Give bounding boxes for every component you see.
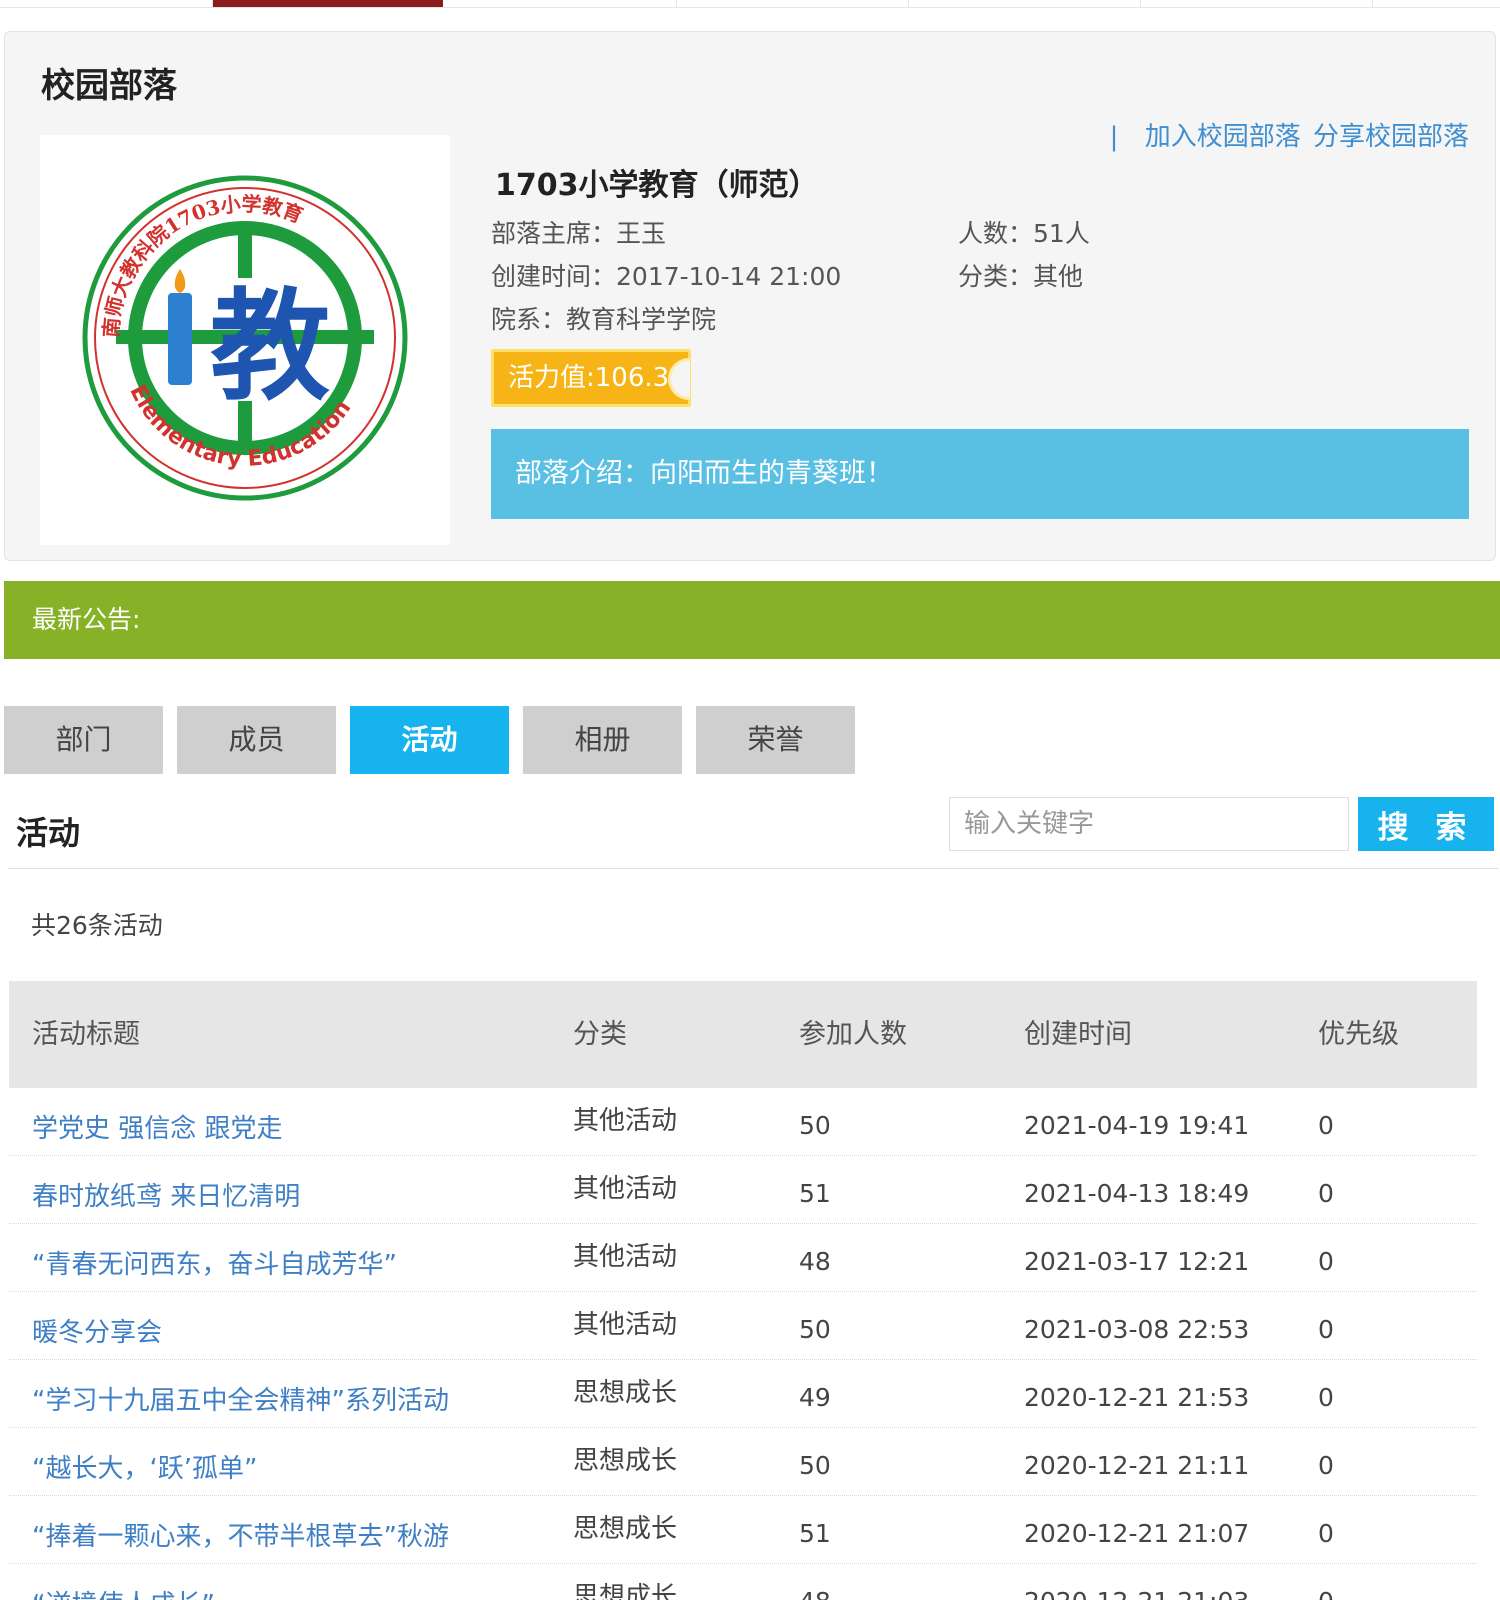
search-button[interactable]: 搜 索 <box>1358 797 1494 851</box>
tribe-intro: 部落介绍：向阳而生的青葵班！ <box>491 429 1469 519</box>
ticket-notch-icon <box>668 358 690 400</box>
activity-created: 2021-03-17 12:21 <box>1024 1247 1250 1276</box>
section-title: 活动 <box>16 814 81 852</box>
activity-category: 其他活动 <box>573 1242 678 1272</box>
tribe-members: 人数：51人 <box>958 214 1090 250</box>
tab-members[interactable]: 成员 <box>177 706 336 774</box>
vitality-text: 活力值:106.3 <box>508 363 670 393</box>
activity-created: 2021-03-08 22:53 <box>1024 1315 1250 1344</box>
activity-priority: 0 <box>1318 1247 1334 1276</box>
activity-count: 共26条活动 <box>31 911 163 940</box>
tribe-logo: 南师大教科院1703小学教育 Elementary Education 教 <box>40 135 450 545</box>
tab-activities[interactable]: 活动 <box>350 706 509 774</box>
table-row: “捧着一颗心来，不带半根草去”秋游 思想成长 51 2020-12-21 21:… <box>9 1496 1477 1564</box>
tribe-department: 院系：教育科学学院 <box>491 300 716 336</box>
created-label: 创建时间： <box>491 262 617 291</box>
table-row: “越长大，‘跃’孤单” 思想成长 50 2020-12-21 21:11 0 <box>9 1428 1477 1496</box>
tribe-chair: 部落主席：王玉 <box>491 214 666 250</box>
tribe-logo-emblem: 南师大教科院1703小学教育 Elementary Education 教 <box>82 175 408 501</box>
activity-created: 2020-12-21 21:53 <box>1024 1383 1250 1412</box>
activity-participants: 51 <box>799 1519 831 1548</box>
chair-label: 部落主席： <box>491 219 617 248</box>
page-title: 校园部落 <box>41 66 177 106</box>
table-row: “青春无问西东，奋斗自成芳华” 其他活动 48 2021-03-17 12:21… <box>9 1224 1477 1292</box>
tribe-actions: | 加入校园部落 分享校园部落 <box>1110 116 1469 153</box>
category-label: 分类： <box>958 262 1034 291</box>
activity-participants: 51 <box>799 1179 831 1208</box>
tab-album[interactable]: 相册 <box>523 706 682 774</box>
activity-priority: 0 <box>1318 1451 1334 1480</box>
section-divider <box>8 868 1498 869</box>
activity-created: 2021-04-13 18:49 <box>1024 1179 1250 1208</box>
table-row: 学党史 强信念 跟党走 其他活动 50 2021-04-19 19:41 0 <box>9 1088 1477 1156</box>
share-tribe-link[interactable]: 分享校园部落 <box>1313 122 1469 152</box>
tribe-category: 分类：其他 <box>958 257 1083 293</box>
join-tribe-link[interactable]: 加入校园部落 <box>1145 122 1301 152</box>
activity-participants: 48 <box>799 1564 831 1600</box>
activity-participants: 49 <box>799 1383 831 1412</box>
nav-item-active[interactable] <box>213 0 443 7</box>
activity-category: 思想成长 <box>573 1378 678 1408</box>
tab-departments[interactable]: 部门 <box>4 706 163 774</box>
nav-item[interactable] <box>443 0 677 7</box>
activity-table: 活动标题 分类 参加人数 创建时间 优先级 学党史 强信念 跟党走 其他活动 5… <box>9 981 1477 1600</box>
created-value: 2017-10-14 21:00 <box>616 262 842 291</box>
column-header-created: 创建时间 <box>1024 1019 1132 1050</box>
activity-title-link[interactable]: “逆境使人成长” <box>32 1564 215 1600</box>
column-header-category: 分类 <box>573 1019 627 1050</box>
activity-priority: 0 <box>1318 1564 1334 1600</box>
tribe-created: 创建时间：2017-10-14 21:00 <box>491 257 841 293</box>
column-header-title: 活动标题 <box>32 1019 140 1050</box>
activity-created: 2020-12-21 21:11 <box>1024 1451 1250 1480</box>
actions-separator: | <box>1109 122 1119 152</box>
logo-center-glyph: 教 <box>210 276 330 417</box>
nav-item[interactable] <box>0 0 213 7</box>
activity-category: 思想成长 <box>573 1446 678 1476</box>
activity-priority: 0 <box>1318 1519 1334 1548</box>
activity-category: 思想成长 <box>573 1582 678 1600</box>
department-value: 教育科学学院 <box>566 305 717 334</box>
activity-category: 其他活动 <box>573 1174 678 1204</box>
table-row: “逆境使人成长” 思想成长 48 2020-12-21 21:03 0 <box>9 1564 1477 1600</box>
nav-item[interactable] <box>909 0 1141 7</box>
search-input[interactable] <box>949 797 1349 851</box>
activity-created: 2021-04-19 19:41 <box>1024 1111 1250 1140</box>
activity-participants: 50 <box>799 1315 831 1344</box>
activity-created: 2020-12-21 21:03 <box>1024 1564 1249 1600</box>
activity-priority: 0 <box>1318 1383 1334 1412</box>
column-header-priority: 优先级 <box>1318 1019 1399 1050</box>
tab-honors[interactable]: 荣誉 <box>696 706 855 774</box>
nav-item[interactable] <box>1141 0 1373 7</box>
nav-item[interactable] <box>677 0 909 7</box>
category-value: 其他 <box>1033 262 1084 291</box>
activity-category: 其他活动 <box>573 1310 678 1340</box>
table-row: “学习十九届五中全会精神”系列活动 思想成长 49 2020-12-21 21:… <box>9 1360 1477 1428</box>
vitality-badge: 活力值:106.3 <box>491 349 691 407</box>
activity-category: 思想成长 <box>573 1514 678 1544</box>
tribe-name: 1703小学教育（师范） <box>495 168 819 203</box>
activity-participants: 50 <box>799 1451 831 1480</box>
table-row: 暖冬分享会 其他活动 50 2021-03-08 22:53 0 <box>9 1292 1477 1360</box>
column-header-participants: 参加人数 <box>799 1019 907 1050</box>
latest-notice-bar: 最新公告: <box>4 581 1500 659</box>
top-nav-bar <box>0 0 1500 8</box>
activity-category: 其他活动 <box>573 1106 678 1136</box>
members-label: 人数： <box>958 219 1034 248</box>
table-row: 春时放纸鸢 来日忆清明 其他活动 51 2021-04-13 18:49 0 <box>9 1156 1477 1224</box>
activity-participants: 48 <box>799 1247 831 1276</box>
activity-participants: 50 <box>799 1111 831 1140</box>
table-header: 活动标题 分类 参加人数 创建时间 优先级 <box>9 981 1477 1088</box>
activity-created: 2020-12-21 21:07 <box>1024 1519 1250 1548</box>
activity-priority: 0 <box>1318 1111 1334 1140</box>
department-label: 院系： <box>491 305 567 334</box>
tribe-card: 校园部落 南师大教科院1703小学教育 Elementary Education… <box>4 31 1496 561</box>
activity-priority: 0 <box>1318 1179 1334 1208</box>
chair-value: 王玉 <box>616 219 667 248</box>
activity-priority: 0 <box>1318 1315 1334 1344</box>
members-value: 51人 <box>1033 219 1090 248</box>
